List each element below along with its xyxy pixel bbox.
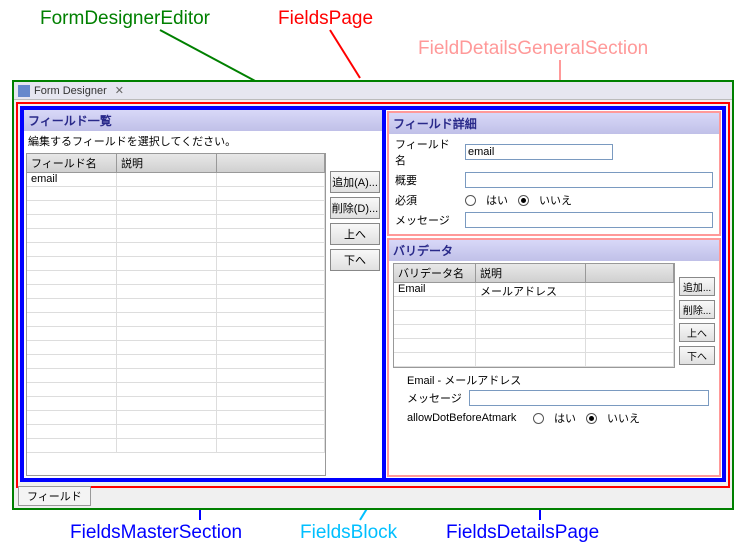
field-details-validator-section: バリデータ バリデータ名 説明 Email メールアドレス: [387, 238, 721, 477]
fields-master-section: フィールド一覧 編集するフィールドを選択してください。 フィールド名 説明 em…: [24, 110, 386, 478]
col-spacer: [586, 264, 674, 282]
validator-buttons: 追加... 削除... 上へ 下へ: [679, 263, 715, 368]
label-validator-message: メッセージ: [407, 390, 463, 406]
col-field-desc[interactable]: 説明: [117, 154, 217, 172]
cell-spacer: [586, 283, 674, 296]
cell-desc: メールアドレス: [476, 283, 586, 296]
allow-dot-radio-group: はい いいえ: [533, 410, 640, 426]
col-validator-desc[interactable]: 説明: [476, 264, 586, 282]
master-buttons: 追加(A)... 削除(D)... 上へ 下へ: [330, 153, 380, 476]
ann-fields-block: FieldsBlock: [300, 522, 397, 544]
label-message: メッセージ: [395, 212, 459, 228]
validator-detail-title: Email - メールアドレス: [407, 372, 709, 388]
tab-fields[interactable]: フィールド: [18, 486, 91, 506]
table-row[interactable]: email: [27, 173, 325, 187]
close-icon[interactable]: ✕: [115, 84, 124, 97]
fields-block: フィールド一覧 編集するフィールドを選択してください。 フィールド名 説明 em…: [20, 106, 726, 482]
up-button[interactable]: 上へ: [330, 223, 380, 245]
ann-fields-page: FieldsPage: [278, 8, 373, 30]
details-header: フィールド詳細: [389, 113, 719, 134]
label-summary: 概要: [395, 172, 459, 188]
required-radio-group: はい いいえ: [465, 192, 572, 208]
required-no-radio[interactable]: [518, 195, 529, 206]
col-validator-name[interactable]: バリデータ名: [394, 264, 476, 282]
ann-fields-master: FieldsMasterSection: [70, 522, 242, 544]
validator-delete-button[interactable]: 削除...: [679, 300, 715, 319]
window-title: Form Designer: [34, 85, 107, 97]
label-field-name: フィールド名: [395, 136, 459, 168]
ann-field-details-general: FieldDetailsGeneralSection: [418, 38, 648, 60]
field-details-general-section: フィールド詳細 フィールド名 概要 必須 はい: [387, 111, 721, 236]
add-button[interactable]: 追加(A)...: [330, 171, 380, 193]
master-header: フィールド一覧: [24, 110, 382, 131]
validator-down-button[interactable]: 下へ: [679, 346, 715, 365]
ann-form-designer-editor: FormDesignerEditor: [40, 8, 210, 30]
fields-page: フィールド一覧 編集するフィールドを選択してください。 フィールド名 説明 em…: [16, 102, 730, 488]
cell-spacer: [217, 173, 325, 186]
validator-detail: Email - メールアドレス メッセージ allowDotBeforeAtma…: [389, 370, 719, 434]
validator-add-button[interactable]: 追加...: [679, 277, 715, 296]
cell-name: Email: [394, 283, 476, 296]
col-spacer: [217, 154, 325, 172]
table-row[interactable]: Email メールアドレス: [394, 283, 674, 297]
fields-grid[interactable]: フィールド名 説明 email: [26, 153, 326, 476]
form-designer-editor: Form Designer ✕ フィールド一覧 編集するフィールドを選択してくだ…: [12, 80, 734, 510]
cell-desc: [117, 173, 217, 186]
required-no-label: いいえ: [539, 192, 572, 208]
validator-message-input[interactable]: [469, 390, 709, 406]
grid-rows: email: [27, 173, 325, 453]
master-subtitle: 編集するフィールドを選択してください。: [24, 131, 382, 151]
down-button[interactable]: 下へ: [330, 249, 380, 271]
allow-dot-yes-radio[interactable]: [533, 413, 544, 424]
cell-name: email: [27, 173, 117, 186]
app-icon: [18, 85, 30, 97]
allow-dot-no-radio[interactable]: [586, 413, 597, 424]
validator-grid[interactable]: バリデータ名 説明 Email メールアドレス: [393, 263, 675, 368]
validator-up-button[interactable]: 上へ: [679, 323, 715, 342]
required-yes-label: はい: [486, 192, 508, 208]
fields-details-page: フィールド詳細 フィールド名 概要 必須 はい: [386, 110, 722, 478]
delete-button[interactable]: 削除(D)...: [330, 197, 380, 219]
message-input[interactable]: [465, 212, 713, 228]
field-name-input[interactable]: [465, 144, 613, 160]
validator-header: バリデータ: [389, 240, 719, 261]
allow-dot-yes-label: はい: [554, 410, 576, 426]
required-yes-radio[interactable]: [465, 195, 476, 206]
col-field-name[interactable]: フィールド名: [27, 154, 117, 172]
ann-fields-details-page: FieldsDetailsPage: [446, 522, 599, 544]
summary-input[interactable]: [465, 172, 713, 188]
allow-dot-no-label: いいえ: [607, 410, 640, 426]
label-required: 必須: [395, 192, 459, 208]
titlebar: Form Designer ✕: [14, 82, 732, 100]
label-allow-dot: allowDotBeforeAtmark: [407, 412, 527, 424]
